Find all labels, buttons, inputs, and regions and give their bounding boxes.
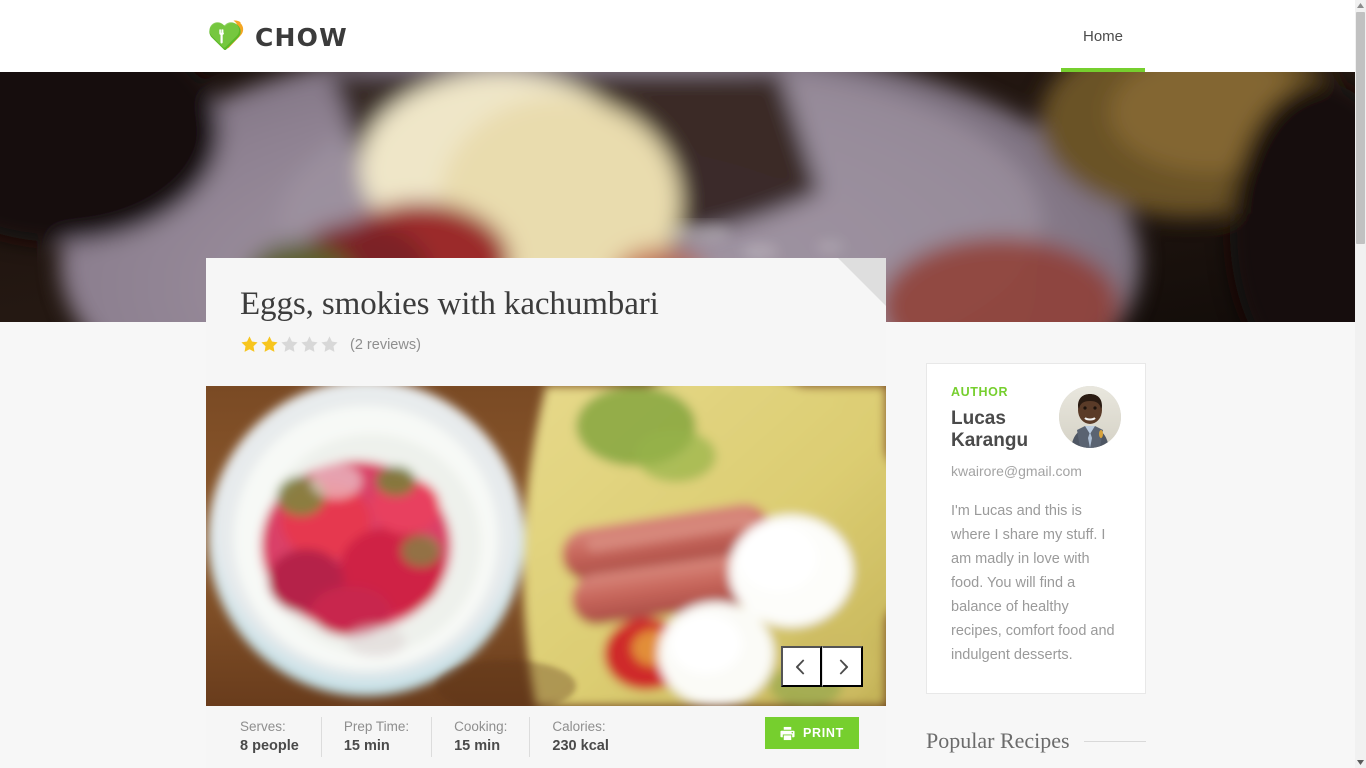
star-icon-empty-4	[300, 335, 319, 354]
popular-recipes-heading: Popular Recipes	[926, 728, 1146, 754]
meta-value-cooking: 15 min	[454, 738, 501, 754]
scrollbar-thumb[interactable]	[1356, 12, 1365, 244]
page-scrollbar[interactable]	[1355, 0, 1366, 768]
recipe-card-header: Eggs, smokies with kachumbari (2 reviews…	[206, 258, 886, 386]
print-button-label: PRINT	[803, 726, 844, 740]
meta-label-cooking: Cooking:	[454, 719, 508, 735]
scroll-up-arrow-icon[interactable]	[1355, 0, 1366, 11]
meta-label-prep-time: Prep Time:	[343, 719, 410, 735]
carousel-navigation	[781, 646, 863, 687]
page-title: Eggs, smokies with kachumbari	[240, 286, 659, 322]
site-header: CHOW Home	[0, 0, 1355, 72]
meta-item-cooking: Cooking: 15 min	[454, 717, 531, 757]
author-card: AUTHOR Lucas Karangu kwairore@gmail.com …	[926, 363, 1146, 695]
author-info: AUTHOR Lucas Karangu	[951, 385, 1059, 452]
chevron-right-icon	[836, 658, 849, 675]
heading-rule	[1083, 740, 1146, 742]
reviews-count: (2 reviews)	[350, 336, 421, 353]
author-email: kwairore@gmail.com	[951, 462, 1082, 479]
author-label: AUTHOR	[951, 385, 1009, 399]
meta-item-prep-time: Prep Time: 15 min	[343, 717, 433, 757]
meta-label-serves: Serves:	[240, 719, 286, 735]
printer-icon	[780, 726, 803, 741]
avatar	[1059, 386, 1121, 448]
nav-item-home[interactable]: Home	[1060, 0, 1146, 72]
browser-viewport: CHOW Home Eggs, smokies with kachumbari …	[0, 0, 1366, 768]
carousel-next-button[interactable]	[822, 646, 863, 687]
recipe-meta-bar: Serves: 8 people Prep Time: 15 min Cooki…	[206, 706, 886, 768]
star-icon-filled-2	[260, 335, 279, 354]
print-button[interactable]: PRINT	[765, 717, 859, 749]
sidebar: AUTHOR Lucas Karangu kwairore@gmail.com …	[926, 363, 1146, 754]
star-rating[interactable]	[240, 335, 339, 354]
star-icon-empty-5	[320, 335, 339, 354]
meta-item-serves: Serves: 8 people	[240, 717, 322, 757]
recipe-card: Eggs, smokies with kachumbari (2 reviews…	[206, 258, 886, 768]
page-root: CHOW Home Eggs, smokies with kachumbari …	[0, 0, 1355, 768]
meta-label-calories: Calories:	[552, 719, 606, 735]
meta-value-calories: 230 kcal	[552, 738, 609, 754]
author-name: Lucas Karangu	[951, 407, 1029, 451]
carousel-prev-button[interactable]	[781, 646, 822, 687]
author-card-top: AUTHOR Lucas Karangu	[951, 385, 1121, 452]
main-navigation: Home	[1060, 0, 1146, 72]
heart-fork-icon	[206, 19, 246, 55]
star-icon-empty-3	[280, 335, 299, 354]
meta-value-prep-time: 15 min	[343, 738, 390, 754]
site-logo[interactable]: CHOW	[206, 18, 348, 56]
recipe-image-carousel[interactable]	[206, 386, 886, 706]
star-icon-filled-1	[240, 335, 259, 354]
logo-text: CHOW	[255, 22, 348, 52]
chevron-left-icon	[795, 658, 808, 675]
meta-item-calories: Calories: 230 kcal	[552, 717, 630, 757]
author-bio: I'm Lucas and this is where I share my s…	[951, 502, 1115, 664]
scroll-down-arrow-icon[interactable]	[1355, 757, 1366, 768]
rating-row: (2 reviews)	[240, 335, 852, 355]
folded-corner-decoration	[838, 258, 886, 306]
popular-recipes-title: Popular Recipes	[926, 728, 1070, 754]
meta-value-serves: 8 people	[240, 738, 299, 754]
